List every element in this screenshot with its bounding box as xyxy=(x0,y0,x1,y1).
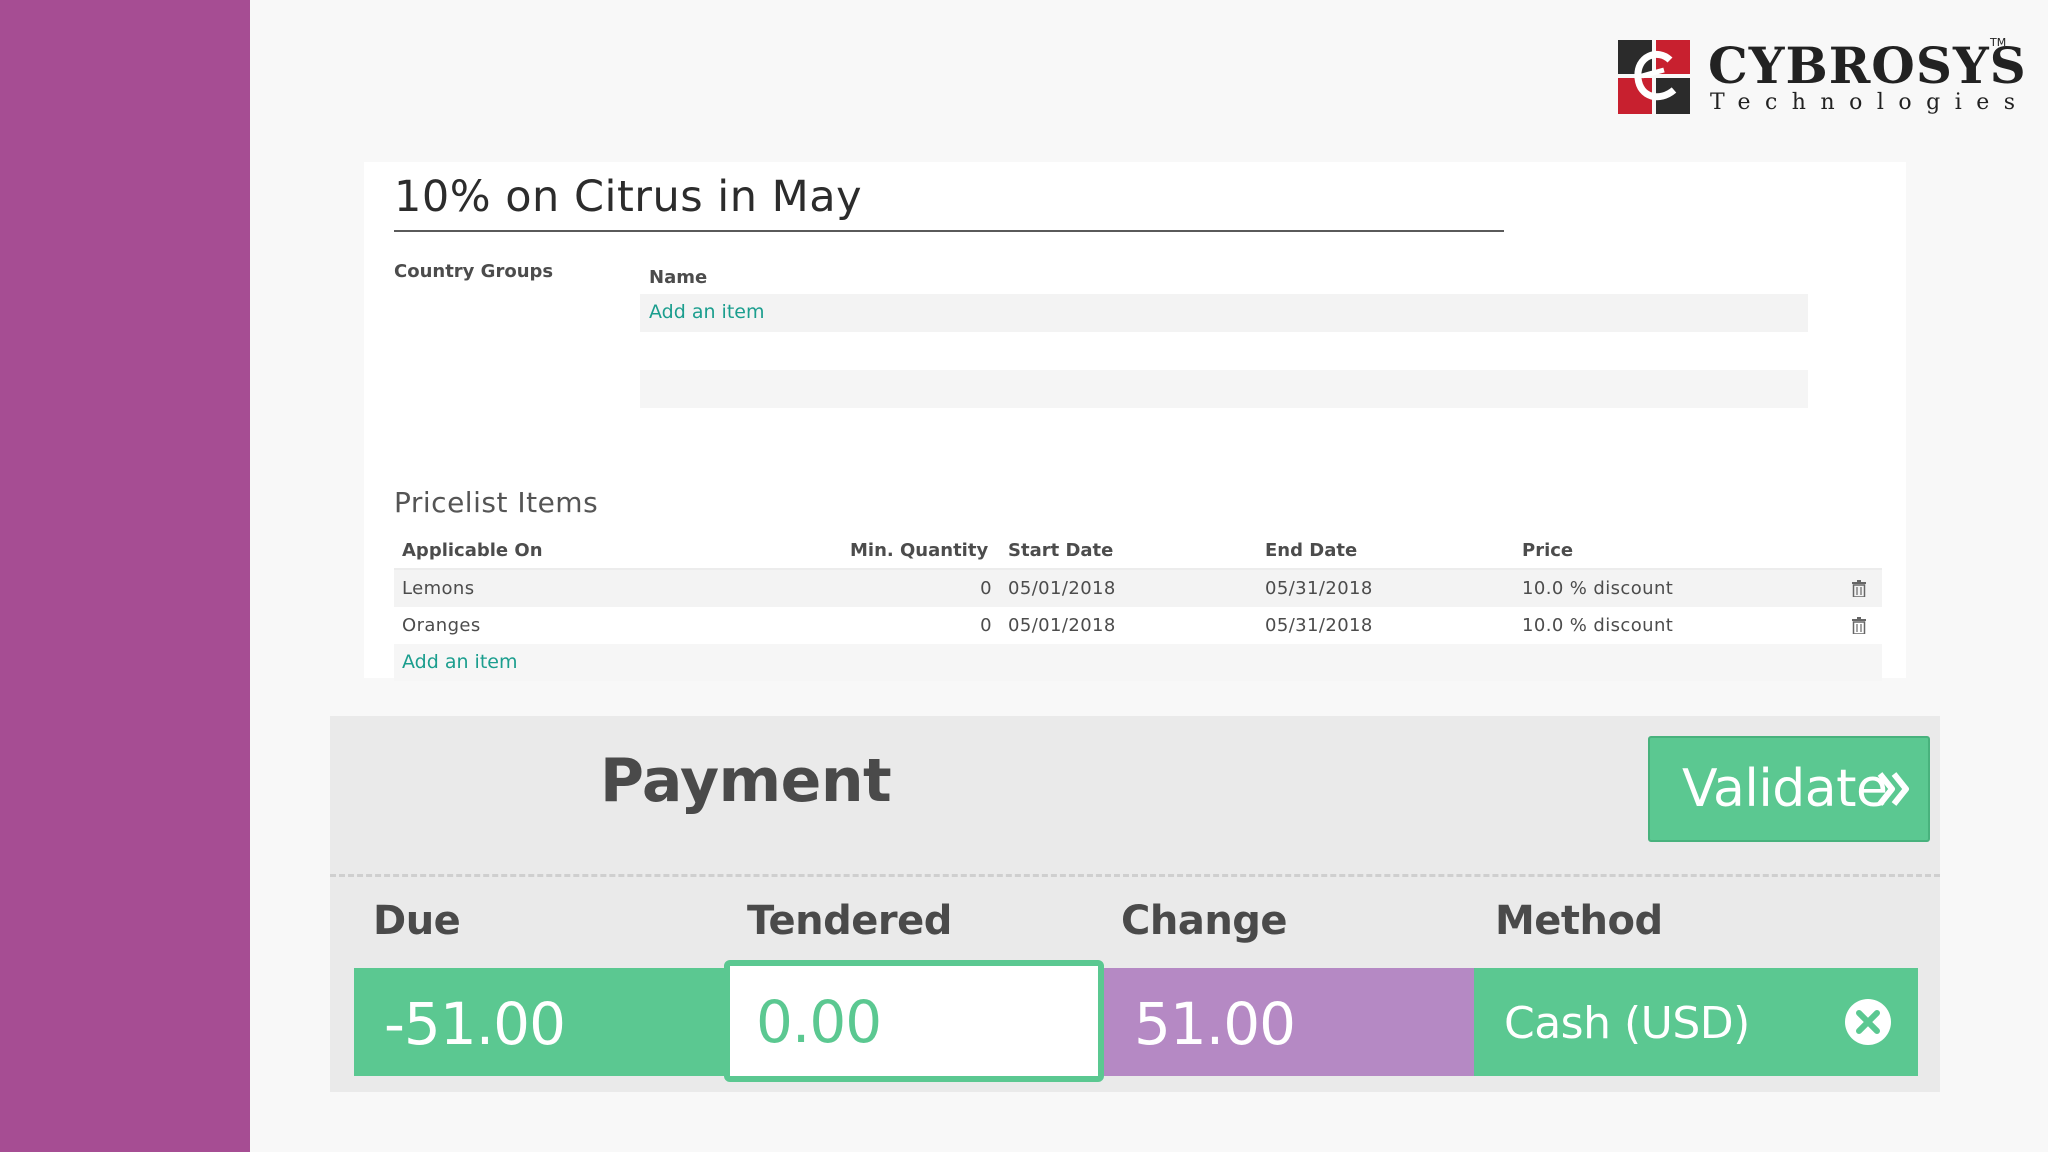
header-applicable-on[interactable]: Applicable On xyxy=(402,540,543,561)
pricelist-form: 10% on Citrus in May Country Groups Name… xyxy=(364,162,1906,681)
brand-tagline: Technologies xyxy=(1710,90,2030,115)
tendered-amount: 0.00 xyxy=(756,988,882,1056)
pricelist-items-add-item-link[interactable]: Add an item xyxy=(402,651,517,673)
due-amount-cell: -51.00 xyxy=(354,968,724,1076)
cell-price: 10.0 % discount xyxy=(1522,578,1674,599)
cell-applicable-on: Oranges xyxy=(402,615,481,636)
country-groups-add-row: Add an item xyxy=(640,294,1808,332)
pricelist-items-title: Pricelist Items xyxy=(394,486,599,519)
tendered-column-label: Tendered xyxy=(747,898,952,944)
header-end-date[interactable]: End Date xyxy=(1265,540,1357,561)
pricelist-name-field[interactable]: 10% on Citrus in May xyxy=(394,172,1504,232)
table-row[interactable]: Lemons 0 05/01/2018 05/31/2018 10.0 % di… xyxy=(394,570,1882,607)
brand-name: CYBROSYS xyxy=(1708,36,2027,95)
header-price[interactable]: Price xyxy=(1522,540,1573,561)
payment-title: Payment xyxy=(600,746,892,816)
pricelist-items-add-row: Add an item xyxy=(394,644,1882,681)
cybrosys-logo: CYBROSYS TM Technologies xyxy=(1618,36,2026,120)
accent-sidebar xyxy=(0,0,250,1152)
cell-price: 10.0 % discount xyxy=(1522,615,1674,636)
country-groups-name-header: Name xyxy=(649,267,708,288)
validate-button[interactable]: Validate xyxy=(1648,736,1930,842)
pricelist-items-header: Applicable On Min. Quantity Start Date E… xyxy=(394,532,1882,570)
cell-applicable-on: Lemons xyxy=(402,578,475,599)
trash-icon[interactable] xyxy=(1852,580,1866,597)
cell-start-date: 05/01/2018 xyxy=(1008,578,1116,599)
cybrosys-logo-icon xyxy=(1618,40,1690,114)
payment-method: Cash (USD) xyxy=(1504,998,1750,1049)
payment-method-cell[interactable]: Cash (USD) xyxy=(1474,968,1918,1076)
cell-min-quantity: 0 xyxy=(980,615,992,636)
remove-payment-line-icon[interactable] xyxy=(1844,998,1892,1046)
tendered-input[interactable]: 0.00 xyxy=(724,960,1104,1082)
country-groups-add-item-link[interactable]: Add an item xyxy=(649,301,764,323)
change-amount: 51.00 xyxy=(1134,990,1296,1058)
country-groups-empty-row xyxy=(640,370,1808,408)
change-column-label: Change xyxy=(1121,898,1288,944)
due-amount: -51.00 xyxy=(384,990,566,1058)
cell-min-quantity: 0 xyxy=(980,578,992,599)
header-min-quantity[interactable]: Min. Quantity xyxy=(850,540,988,561)
due-column-label: Due xyxy=(373,898,461,944)
payment-divider xyxy=(330,874,1940,877)
header-start-date[interactable]: Start Date xyxy=(1008,540,1113,561)
cell-end-date: 05/31/2018 xyxy=(1265,615,1373,636)
method-column-label: Method xyxy=(1495,898,1663,944)
cell-end-date: 05/31/2018 xyxy=(1265,578,1373,599)
validate-button-label: Validate xyxy=(1682,759,1888,819)
cell-start-date: 05/01/2018 xyxy=(1008,615,1116,636)
change-amount-cell: 51.00 xyxy=(1104,968,1474,1076)
double-chevron-right-icon xyxy=(1877,772,1909,806)
table-row[interactable]: Oranges 0 05/01/2018 05/31/2018 10.0 % d… xyxy=(394,607,1882,644)
country-groups-label: Country Groups xyxy=(394,261,554,282)
payment-panel: Payment Validate Due Tendered Change Met… xyxy=(330,716,1940,1092)
trash-icon[interactable] xyxy=(1852,617,1866,634)
trademark-mark: TM xyxy=(1990,36,2007,49)
